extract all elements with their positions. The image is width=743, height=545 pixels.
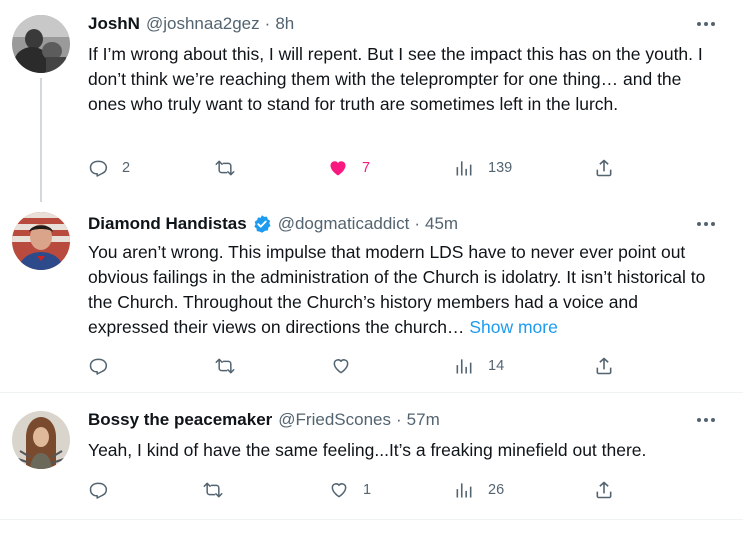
reply-count: 2 <box>122 160 131 176</box>
tweet-text: Yeah, I kind of have the same feeling...… <box>88 440 647 460</box>
views-button[interactable]: 139 <box>454 158 512 178</box>
like-count: 7 <box>362 160 371 176</box>
tweet-text: You aren’t wrong. This impulse that mode… <box>88 240 713 340</box>
tweet-actions: 1 26 <box>88 480 628 506</box>
share-button[interactable] <box>594 356 614 376</box>
user-handle[interactable]: @FriedScones <box>278 410 391 430</box>
user-handle[interactable]: @joshnaa2gez <box>146 14 260 34</box>
retweet-button[interactable] <box>203 480 237 500</box>
tweet-header: Diamond Handistas @dogmaticaddict · 45m <box>88 214 458 234</box>
retweet-icon <box>215 160 235 176</box>
view-count: 26 <box>488 482 505 498</box>
retweet-button[interactable] <box>215 158 249 178</box>
retweet-icon <box>203 482 223 498</box>
view-count: 139 <box>488 160 513 176</box>
views-button[interactable]: 14 <box>454 356 504 376</box>
share-icon <box>596 357 612 375</box>
tweet-joshn[interactable]: JoshN @joshnaa2gez · 8h If I’m wrong abo… <box>0 0 743 202</box>
avatar-bossy-the-peacemaker[interactable] <box>12 411 70 469</box>
user-handle[interactable]: @dogmaticaddict <box>278 214 410 234</box>
show-more-link[interactable]: Show more <box>469 317 558 337</box>
views-chart-icon <box>456 161 472 176</box>
reply-icon <box>89 160 108 177</box>
tweet-header: JoshN @joshnaa2gez · 8h <box>88 14 294 34</box>
tweet-divider <box>0 392 743 393</box>
tweet-text-content: You aren’t wrong. This impulse that mode… <box>88 242 706 337</box>
more-horizontal-icon <box>697 222 715 226</box>
views-button[interactable]: 26 <box>454 480 504 500</box>
heart-icon <box>331 483 347 498</box>
tweet-diamond-handistas[interactable]: Diamond Handistas @dogmaticaddict · 45m … <box>0 200 743 392</box>
verified-badge-icon[interactable] <box>252 214 272 234</box>
tweet-text: If I’m wrong about this, I will repent. … <box>88 44 703 114</box>
retweet-button[interactable] <box>215 356 249 376</box>
display-name[interactable]: JoshN <box>88 14 140 34</box>
display-name[interactable]: Diamond Handistas <box>88 214 247 234</box>
share-button[interactable] <box>594 158 614 178</box>
heart-filled-icon <box>330 161 346 176</box>
share-icon <box>596 159 612 177</box>
separator-dot: · <box>414 214 420 233</box>
like-button[interactable]: 1 <box>329 480 371 500</box>
thread-connector-line <box>40 78 42 202</box>
timestamp[interactable]: 45m <box>425 214 458 234</box>
tweet-bossy-the-peacemaker[interactable]: Bossy the peacemaker @FriedScones · 57m … <box>0 396 743 520</box>
share-button[interactable] <box>594 480 614 500</box>
reply-button[interactable] <box>88 480 122 500</box>
separator-dot: · <box>264 14 271 33</box>
more-horizontal-icon <box>697 418 715 422</box>
timestamp[interactable]: 57m <box>407 410 440 430</box>
tweet-actions: 2 7 139 <box>88 158 628 184</box>
views-chart-icon <box>456 359 472 374</box>
reply-icon <box>89 482 108 499</box>
heart-icon <box>333 359 349 374</box>
reply-button[interactable]: 2 <box>88 158 130 178</box>
more-options-button[interactable] <box>695 216 717 232</box>
timestamp[interactable]: 8h <box>275 14 294 34</box>
tweet-actions: 14 <box>88 356 628 382</box>
tweet-header: Bossy the peacemaker @FriedScones · 57m <box>88 410 440 430</box>
more-horizontal-icon <box>697 22 715 26</box>
avatar-diamond-handistas[interactable] <box>12 212 70 270</box>
share-icon <box>596 481 612 499</box>
views-chart-icon <box>456 483 472 498</box>
reply-icon <box>89 358 108 375</box>
more-options-button[interactable] <box>695 412 717 428</box>
like-button[interactable]: 7 <box>328 158 370 178</box>
separator-dot: · <box>395 410 402 429</box>
display-name[interactable]: Bossy the peacemaker <box>88 410 272 430</box>
tweet-divider <box>0 519 743 520</box>
reply-button[interactable] <box>88 356 122 376</box>
avatar-joshn[interactable] <box>12 15 70 73</box>
more-options-button[interactable] <box>695 16 717 32</box>
retweet-icon <box>215 358 235 374</box>
like-button[interactable] <box>331 356 365 376</box>
view-count: 14 <box>488 358 505 374</box>
like-count: 1 <box>363 482 372 498</box>
